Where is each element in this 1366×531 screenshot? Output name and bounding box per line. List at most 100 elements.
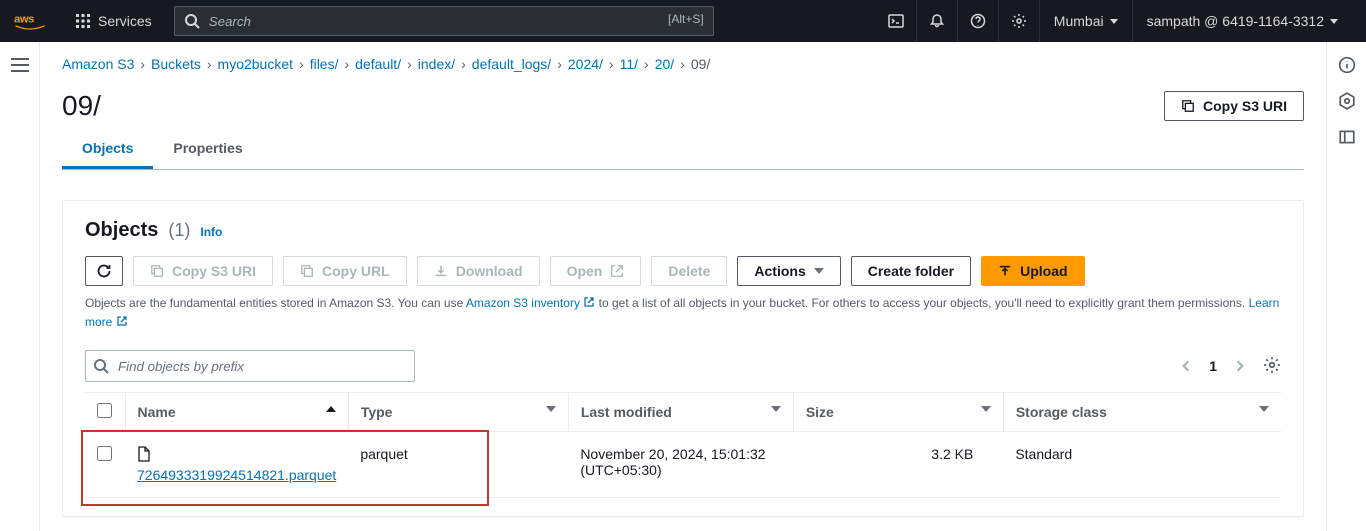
settings-button[interactable] xyxy=(998,0,1039,42)
caret-down-icon xyxy=(981,406,991,412)
action-row: Copy S3 URI Copy URL Download Open Delet… xyxy=(85,256,1281,286)
sort-asc-icon xyxy=(326,406,336,412)
info-icon[interactable] xyxy=(1338,56,1356,74)
notifications-button[interactable] xyxy=(916,0,957,42)
caret-down-icon xyxy=(546,406,556,412)
region-label: Mumbai xyxy=(1054,13,1104,29)
col-storage-class[interactable]: Storage class xyxy=(1003,393,1281,432)
create-folder-button[interactable]: Create folder xyxy=(851,256,971,286)
chevron-right-icon: › xyxy=(299,56,304,72)
caret-down-icon xyxy=(771,406,781,412)
select-all-checkbox[interactable] xyxy=(97,403,112,418)
chevron-right-icon: › xyxy=(344,56,349,72)
refresh-button[interactable] xyxy=(85,256,123,286)
col-last-modified[interactable]: Last modified xyxy=(568,393,793,432)
upload-button[interactable]: Upload xyxy=(981,256,1084,286)
services-menu[interactable]: Services xyxy=(62,0,166,42)
delete-action[interactable]: Delete xyxy=(651,256,727,286)
copy-icon xyxy=(300,264,314,278)
object-link[interactable]: 7264933319924514821.parquet xyxy=(137,467,336,483)
bc-amazon-s3[interactable]: Amazon S3 xyxy=(62,56,134,72)
breadcrumb: Amazon S3 › Buckets › myo2bucket › files… xyxy=(62,56,1304,72)
page-number: 1 xyxy=(1209,358,1217,374)
pagination: 1 xyxy=(1179,356,1281,377)
left-rail xyxy=(0,42,40,531)
tab-properties[interactable]: Properties xyxy=(153,130,262,169)
col-type[interactable]: Type xyxy=(348,393,568,432)
search-icon xyxy=(93,358,109,374)
hexagon-icon[interactable] xyxy=(1338,92,1356,110)
refresh-icon xyxy=(96,263,112,279)
panel-count: (1) xyxy=(168,220,190,241)
account-label: sampath @ 6419-1164-3312 xyxy=(1147,13,1324,29)
chevron-right-icon: › xyxy=(140,56,145,72)
bc-index[interactable]: index/ xyxy=(418,56,455,72)
chevron-right-icon: › xyxy=(644,56,649,72)
copy-s3-uri-label: Copy S3 URI xyxy=(1203,98,1287,114)
bc-default-logs[interactable]: default_logs/ xyxy=(472,56,551,72)
copy-url-action[interactable]: Copy URL xyxy=(283,256,407,286)
region-selector[interactable]: Mumbai xyxy=(1039,0,1132,42)
row-checkbox[interactable] xyxy=(97,446,112,461)
actions-dropdown[interactable]: Actions xyxy=(737,256,840,286)
table-header-row: Name Type Last modified Size Storage cla… xyxy=(85,393,1281,432)
bc-11[interactable]: 11/ xyxy=(620,56,638,72)
search-icon xyxy=(184,13,200,29)
col-name[interactable]: Name xyxy=(125,393,348,432)
help-button[interactable] xyxy=(957,0,998,42)
bc-bucket[interactable]: myo2bucket xyxy=(218,56,293,72)
bc-default[interactable]: default/ xyxy=(355,56,401,72)
aws-logo[interactable]: aws xyxy=(14,11,46,31)
copy-icon xyxy=(150,264,164,278)
topnav-actions: Mumbai sampath @ 6419-1164-3312 xyxy=(876,0,1352,42)
search-input[interactable] xyxy=(174,6,714,36)
chevron-right-icon: › xyxy=(609,56,614,72)
chevron-right-icon: › xyxy=(407,56,412,72)
file-icon xyxy=(137,446,151,462)
info-link[interactable]: Info xyxy=(200,225,222,239)
panel-icon[interactable] xyxy=(1338,128,1356,146)
bc-files[interactable]: files/ xyxy=(310,56,339,72)
cell-storage-class: Standard xyxy=(1003,432,1281,498)
panel-description: Objects are the fundamental entities sto… xyxy=(85,294,1281,332)
cell-size: 3.2 KB xyxy=(793,432,1003,498)
inventory-link[interactable]: Amazon S3 inventory xyxy=(466,296,595,310)
download-icon xyxy=(434,264,448,278)
copy-s3-uri-button[interactable]: Copy S3 URI xyxy=(1164,91,1304,121)
main-content: Amazon S3 › Buckets › myo2bucket › files… xyxy=(40,42,1326,531)
copy-s3-uri-action[interactable]: Copy S3 URI xyxy=(133,256,273,286)
svg-text:aws: aws xyxy=(14,14,34,26)
col-size[interactable]: Size xyxy=(793,393,1003,432)
bc-buckets[interactable]: Buckets xyxy=(151,56,201,72)
chevron-right-icon: › xyxy=(207,56,212,72)
cloudshell-button[interactable] xyxy=(876,0,916,42)
external-icon xyxy=(116,315,128,327)
prefix-filter-input[interactable] xyxy=(85,350,415,382)
external-icon xyxy=(610,264,624,278)
grid-icon xyxy=(76,14,90,28)
search-shortcut: [Alt+S] xyxy=(668,12,704,26)
global-search: [Alt+S] xyxy=(174,6,714,36)
prev-page[interactable] xyxy=(1179,359,1193,373)
download-action[interactable]: Download xyxy=(417,256,540,286)
table-row: 7264933319924514821.parquet parquet Nove… xyxy=(85,432,1281,498)
objects-panel: Objects (1) Info Copy S3 URI Copy URL xyxy=(62,200,1304,517)
objects-table: Name Type Last modified Size Storage cla… xyxy=(85,392,1281,498)
upload-icon xyxy=(998,264,1012,278)
chevron-right-icon: › xyxy=(461,56,466,72)
table-settings[interactable] xyxy=(1263,356,1281,377)
open-action[interactable]: Open xyxy=(550,256,642,286)
side-nav-toggle[interactable] xyxy=(11,58,29,72)
account-menu[interactable]: sampath @ 6419-1164-3312 xyxy=(1132,0,1352,42)
page-title: 09/ xyxy=(62,90,101,122)
caret-down-icon xyxy=(814,268,824,274)
bc-2024[interactable]: 2024/ xyxy=(568,56,603,72)
top-nav: aws Services [Alt+S] Mumbai sampath @ 64… xyxy=(0,0,1366,42)
bc-20[interactable]: 20/ xyxy=(655,56,674,72)
panel-title: Objects xyxy=(85,219,158,242)
next-page[interactable] xyxy=(1233,359,1247,373)
right-rail xyxy=(1326,42,1366,531)
tabs: Objects Properties xyxy=(62,130,1304,170)
services-label: Services xyxy=(98,13,152,29)
tab-objects[interactable]: Objects xyxy=(62,130,153,169)
